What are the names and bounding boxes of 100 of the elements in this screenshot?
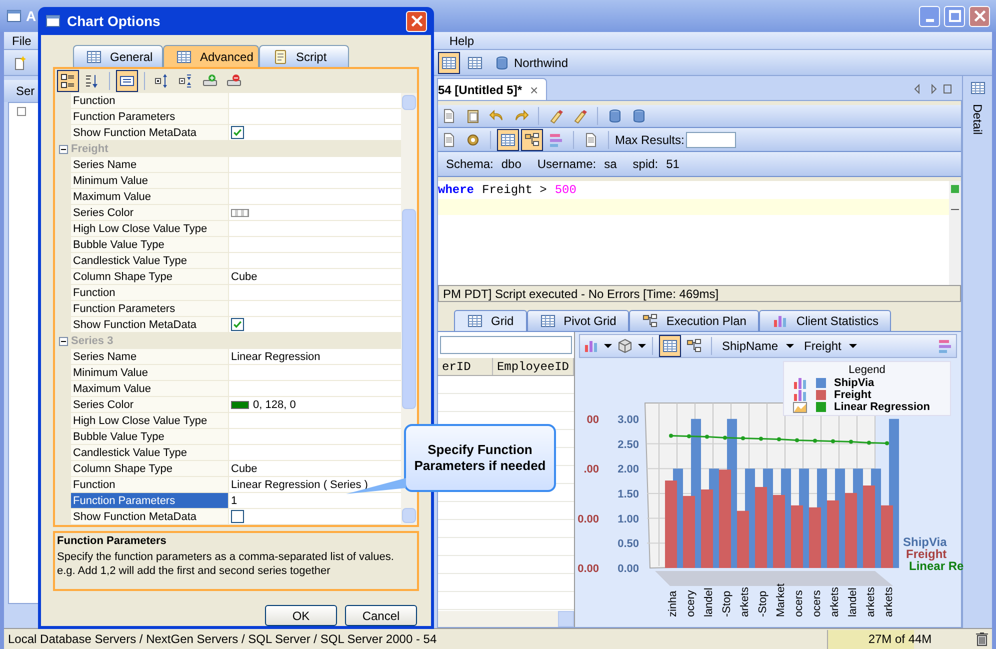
property-value-cell[interactable] xyxy=(229,205,401,221)
property-value-cell[interactable] xyxy=(229,253,401,269)
property-value-cell[interactable] xyxy=(229,109,401,125)
property-name[interactable]: Function xyxy=(71,285,229,301)
connection-button[interactable]: Northwind xyxy=(494,54,568,72)
property-name[interactable]: Candlestick Value Type xyxy=(71,253,229,269)
maximize-button[interactable] xyxy=(944,6,965,26)
tab-close-button[interactable]: × xyxy=(530,82,538,96)
max-results-field[interactable] xyxy=(686,132,736,148)
property-value-cell[interactable] xyxy=(229,221,401,237)
category-label: -Stop xyxy=(757,590,769,617)
property-value-cell[interactable] xyxy=(229,173,401,189)
property-name[interactable]: Series Name xyxy=(71,157,229,173)
side-panel-title[interactable]: Detail xyxy=(968,104,986,135)
result-tab[interactable]: Execution Plan xyxy=(629,310,760,331)
series-label: Freight xyxy=(906,548,948,560)
property-value-cell[interactable] xyxy=(229,157,401,173)
property-name[interactable]: Show Function MetaData xyxy=(71,317,229,333)
minimize-button[interactable] xyxy=(919,6,940,26)
tree-toggle[interactable] xyxy=(17,107,26,116)
property-value-cell[interactable] xyxy=(229,285,401,301)
tab-navigation-icon[interactable] xyxy=(914,84,954,94)
collapse-toggle[interactable] xyxy=(58,144,68,154)
property-name[interactable]: Show Function MetaData xyxy=(71,509,229,525)
x-field-dropdown[interactable]: ShipName xyxy=(718,337,798,355)
property-name[interactable]: Function Parameters xyxy=(71,109,229,125)
app-icon xyxy=(6,8,22,24)
property-name[interactable]: Bubble Value Type xyxy=(71,429,229,445)
property-name[interactable]: Series Name xyxy=(71,349,229,365)
info-value: sa xyxy=(604,156,617,173)
menu-item[interactable]: File xyxy=(4,32,40,50)
window-title: A xyxy=(26,6,36,26)
result-tab[interactable]: Grid xyxy=(454,310,527,331)
property-name[interactable]: Bubble Value Type xyxy=(71,237,229,253)
filter-field[interactable] xyxy=(440,336,572,354)
property-name[interactable]: Function Parameters xyxy=(71,493,229,509)
dialog-tab[interactable]: Script xyxy=(259,45,349,67)
property-value-cell[interactable]: 1 xyxy=(229,493,401,509)
property-value-cell[interactable] xyxy=(229,301,401,317)
dialog-button[interactable]: OK xyxy=(265,605,337,626)
property-value-cell[interactable] xyxy=(229,317,401,333)
property-value-cell[interactable] xyxy=(229,125,401,141)
chart-data-button[interactable] xyxy=(659,335,681,357)
checkbox[interactable] xyxy=(231,126,244,139)
property-value-cell[interactable] xyxy=(229,509,401,525)
result-tab[interactable]: Pivot Grid xyxy=(526,310,630,331)
property-value-cell[interactable]: Cube xyxy=(229,269,401,285)
property-name[interactable]: Show Function MetaData xyxy=(71,125,229,141)
results-grid-button[interactable] xyxy=(497,128,519,150)
y-field-dropdown[interactable]: Freight xyxy=(800,337,862,355)
property-value-cell[interactable] xyxy=(229,413,401,429)
property-value-cell[interactable] xyxy=(229,237,401,253)
caret-icon xyxy=(849,344,858,348)
categorized-view-button[interactable] xyxy=(57,70,79,92)
close-icon xyxy=(410,15,422,27)
editor-tab[interactable]: 54 [Untitled 5]* × xyxy=(437,78,548,100)
property-name[interactable]: Maximum Value xyxy=(71,381,229,397)
close-button[interactable] xyxy=(406,10,427,32)
scroll-thumb[interactable] xyxy=(402,209,416,409)
menu-item[interactable]: Help xyxy=(441,32,482,50)
property-name[interactable]: High Low Close Value Type xyxy=(71,221,229,237)
property-name[interactable]: Column Shape Type xyxy=(71,269,229,285)
property-name[interactable]: Maximum Value xyxy=(71,189,229,205)
collapse-toggle[interactable] xyxy=(58,336,68,346)
property-name[interactable]: Function xyxy=(71,93,229,109)
dialog-button[interactable]: Cancel xyxy=(345,605,417,626)
code-editor[interactable]: where Freight > 500 xyxy=(438,181,961,285)
property-value-cell[interactable] xyxy=(229,445,401,461)
property-value-cell[interactable] xyxy=(229,381,401,397)
property-value-cell[interactable]: 0, 128, 0 xyxy=(229,397,401,413)
checkbox[interactable] xyxy=(231,510,244,523)
property-value-cell[interactable]: Linear Regression xyxy=(229,349,401,365)
description-view-button[interactable] xyxy=(116,70,138,92)
checkbox[interactable] xyxy=(231,318,244,331)
property-value-cell[interactable]: Cube xyxy=(229,461,401,477)
property-name[interactable]: Candlestick Value Type xyxy=(71,445,229,461)
dialog-tab[interactable]: General xyxy=(73,45,163,67)
property-name[interactable]: Function xyxy=(71,477,229,493)
results-split-button[interactable] xyxy=(521,128,543,150)
desc-icon xyxy=(119,73,135,89)
property-value-cell[interactable] xyxy=(229,189,401,205)
property-value-cell[interactable] xyxy=(229,365,401,381)
dialog-title: Chart Options xyxy=(67,12,160,31)
property-value-cell[interactable] xyxy=(229,93,401,109)
grid-view-button[interactable] xyxy=(438,52,460,74)
property-value: Cube xyxy=(231,462,258,476)
property-name[interactable]: Function Parameters xyxy=(71,301,229,317)
property-name[interactable]: Minimum Value xyxy=(71,173,229,189)
category-label: ocers xyxy=(811,590,823,617)
property-name[interactable]: Series Color xyxy=(71,397,229,413)
property-name[interactable]: Column Shape Type xyxy=(71,461,229,477)
dialog-tab[interactable]: Advanced xyxy=(163,45,259,67)
property-value-cell[interactable] xyxy=(229,429,401,445)
property-name[interactable]: High Low Close Value Type xyxy=(71,413,229,429)
column-header[interactable]: EmployeeID xyxy=(492,358,574,375)
column-header[interactable]: erID xyxy=(438,358,493,375)
result-tab[interactable]: Client Statistics xyxy=(759,310,892,331)
property-name[interactable]: Minimum Value xyxy=(71,365,229,381)
property-name[interactable]: Series Color xyxy=(71,205,229,221)
point xyxy=(705,434,709,439)
